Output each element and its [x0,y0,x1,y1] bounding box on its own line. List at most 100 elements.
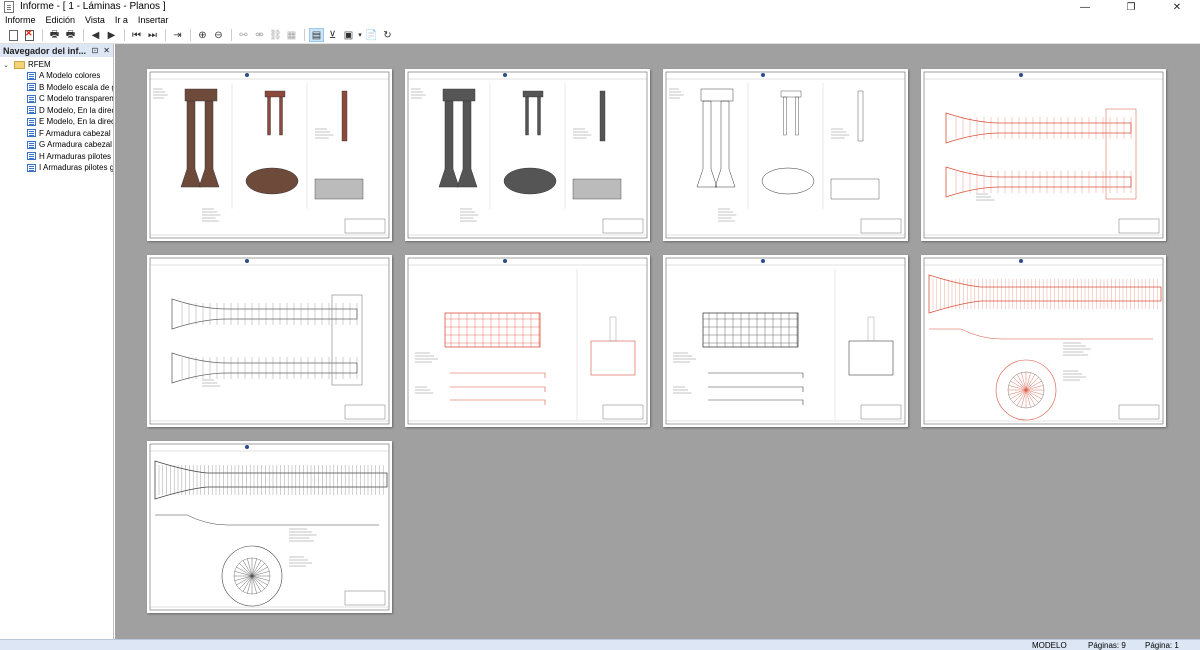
navigator-title: Navegador del inf... [3,45,87,56]
page-preview-area[interactable] [115,44,1200,639]
tree-root-rfem[interactable]: ⌄ RFEM [0,59,113,70]
toolbar-separator [190,29,191,41]
navigator-header: Navegador del inf... ⊡ ✕ [0,44,113,57]
delete-report-icon[interactable] [22,28,37,42]
tree-item[interactable]: E Modelo, En la direc... [0,116,113,128]
tree-item-label: G Armadura cabezal ... [39,140,113,150]
toolbar-separator [231,29,232,41]
company-logo [245,259,249,263]
pile-side-section [857,90,864,142]
company-logo [503,259,507,263]
refresh-icon[interactable]: ↻ [380,28,395,42]
company-logo [503,73,507,77]
report-app-icon [4,1,14,13]
page-thumbnail[interactable] [663,69,908,241]
first-page-icon[interactable]: ⏮ [129,28,144,42]
menu-vista[interactable]: Vista [80,14,110,27]
page-thumbnail[interactable] [405,255,650,427]
previous-page-icon[interactable]: ◀ [88,28,103,42]
page-thumbnail[interactable] [405,69,650,241]
tree-item-label: I Armaduras pilotes g... [39,163,113,173]
filter-icon[interactable]: ⊻ [325,28,340,42]
tree-item[interactable]: H Armaduras pilotes [0,151,113,163]
print-icon[interactable]: 🖶 [47,28,62,42]
navigator-close-icon[interactable]: ✕ [103,44,110,57]
tree-item[interactable]: G Armadura cabezal ... [0,139,113,151]
close-button[interactable]: ✕ [1154,0,1200,14]
pin-icon[interactable]: ⊡ [92,44,99,57]
pile-section [537,96,541,136]
tree-item[interactable]: B Modelo escala de g... [0,82,113,94]
pile-section [267,96,271,136]
menu-informe[interactable]: Informe [0,14,41,27]
minimize-button[interactable]: — [1062,0,1108,14]
tree-item[interactable]: A Modelo colores [0,70,113,82]
settings-icon[interactable]: ▣ [341,28,356,42]
chevron-down-icon[interactable]: ⌄ [3,61,11,69]
dropdown-arrow-icon[interactable]: ▾ [357,28,363,42]
cap-section [522,90,544,98]
sheet-border [149,257,390,425]
pile-section [783,96,787,136]
multi-page-view-icon[interactable]: ▤ [309,28,324,42]
elevation-view [572,178,622,200]
page-thumbnail[interactable] [921,69,1166,241]
pile-shaft [438,100,460,188]
sheet-border [923,71,1164,239]
toolbar-separator [42,29,43,41]
zoom-in-icon[interactable]: ⊕ [195,28,210,42]
plan-view [761,167,815,195]
page-thumbnail[interactable] [921,255,1166,427]
next-page-icon[interactable]: ▶ [104,28,119,42]
menu-ir-a[interactable]: Ir a [110,14,133,27]
menu-insertar[interactable]: Insertar [133,14,174,27]
plan-view [503,167,557,195]
page-thumbnail[interactable] [147,69,392,241]
tree-item[interactable]: D Modelo, En la direc... [0,105,113,117]
bar-detail [450,372,546,378]
last-page-icon[interactable]: ⏭ [145,28,160,42]
report-item-icon [27,129,36,138]
layout-icon[interactable]: ▦ [284,28,299,42]
print-preview-icon[interactable]: 🖶 [63,28,78,42]
elevation-view [830,178,880,200]
title-block [602,404,644,420]
page-thumbnail[interactable] [663,255,908,427]
cap-rebar-section [590,340,636,376]
menu-bar: Informe Edición Vista Ir a Insertar [0,14,1200,27]
status-page-current: Página: 1 [1145,641,1179,650]
pile-shaft [714,100,736,188]
chain-icon[interactable]: ⛓ [268,28,283,42]
link-icon[interactable]: ⚯ [236,28,251,42]
export-icon[interactable]: 📄 [364,28,379,42]
cap-rebar-section [848,340,894,376]
status-bar: MODELO Páginas: 9 Página: 1 [0,639,1200,650]
pile-rebar-cage [171,352,358,384]
page-drawing [149,71,390,239]
go-to-page-icon[interactable]: ⇥ [170,28,185,42]
pile-rebar-cage [171,298,358,330]
tree-item[interactable]: I Armaduras pilotes g... [0,162,113,174]
tree-item[interactable]: F Armadura cabezal [0,128,113,140]
unlink-icon[interactable]: ⚮ [252,28,267,42]
window-title: Informe - [ 1 - Láminas - Planos ] [20,1,166,12]
page-thumbnail[interactable] [147,255,392,427]
plan-view [245,167,299,195]
report-item-icon [27,163,36,172]
report-item-icon [27,152,36,161]
toolbar-separator [124,29,125,41]
pile-cap [442,88,476,102]
page-thumbnail[interactable] [147,441,392,613]
new-report-icon[interactable] [6,28,21,42]
menu-edicion[interactable]: Edición [41,14,81,27]
company-logo [245,73,249,77]
page-drawing [665,71,906,239]
cap-section [780,90,802,98]
maximize-button[interactable]: ❐ [1108,0,1154,14]
pile-cap [184,88,218,102]
toolbar: 🖶 🖶 ◀ ▶ ⏮ ⏭ ⇥ ⊕ ⊖ ⚯ ⚮ ⛓ ▦ ▤ ⊻ ▣ ▾ 📄 ↻ [0,27,1200,44]
bar-detail [450,386,546,392]
cap-rebar-cage [331,294,363,386]
zoom-out-icon[interactable]: ⊖ [211,28,226,42]
tree-item[interactable]: C Modelo transparen... [0,93,113,105]
